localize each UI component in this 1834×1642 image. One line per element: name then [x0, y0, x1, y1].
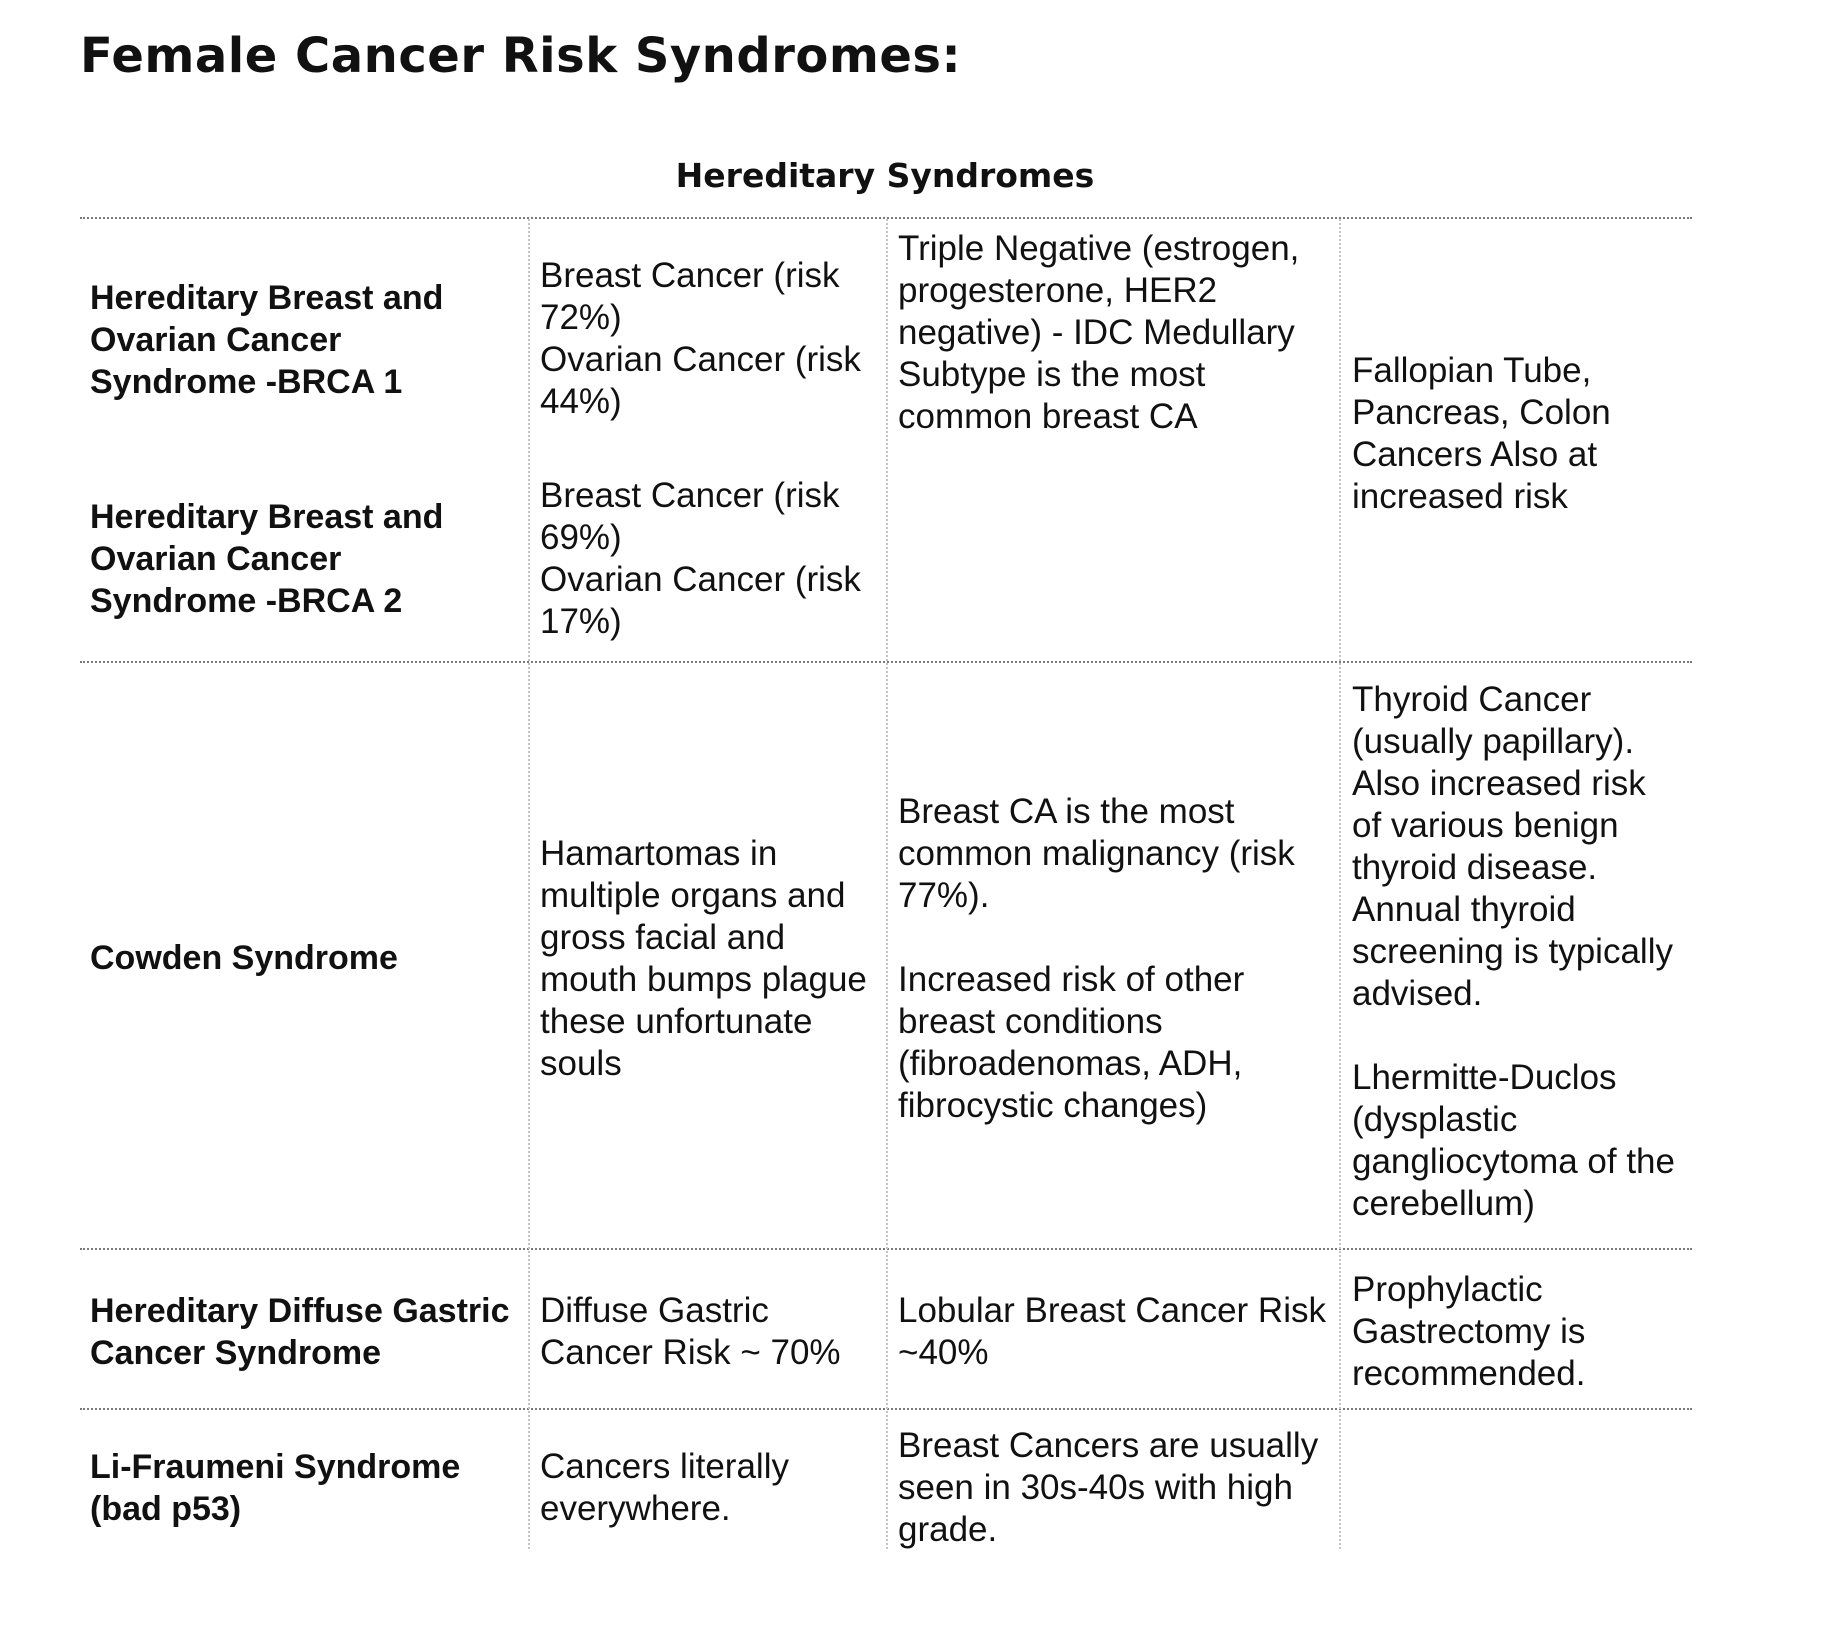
section-title: Hereditary Syndromes	[675, 156, 1095, 195]
features-li-fraumeni-text: Cancers literally everywhere.	[540, 1447, 789, 1528]
page-title: Female Cancer Risk Syndromes:	[80, 28, 962, 84]
breast-notes-brca: Triple Negative (estrogen, progesterone,…	[898, 228, 1326, 446]
syndrome-name-brca1-text: Hereditary Breast and Ovarian Cancer Syn…	[90, 279, 444, 401]
breast-notes-hdgc: Lobular Breast Cancer Risk ~40%	[898, 1284, 1328, 1380]
features-cowden-text: Hamartomas in multiple organs and gross …	[540, 834, 867, 1083]
other-cancers-li-fraumeni	[1352, 1440, 1682, 1536]
breast-notes-cowden-item: Increased risk of other breast condition…	[898, 960, 1245, 1125]
syndrome-name-hdgc: Hereditary Diffuse Gastric Cancer Syndro…	[90, 1262, 510, 1402]
syndrome-name-brca1: Hereditary Breast and Ovarian Cancer Syn…	[90, 270, 510, 410]
features-hdgc-text: Diffuse Gastric Cancer Risk ~ 70%	[540, 1291, 841, 1372]
syndrome-name-cowden: Cowden Syndrome	[90, 910, 510, 1006]
other-cancers-hdgc-text: Prophylactic Gastrectomy is recommended.	[1352, 1270, 1586, 1393]
syndrome-name-li-fraumeni-text: Li-Fraumeni Syndrome (bad p53)	[90, 1448, 461, 1528]
other-cancers-brca-text: Fallopian Tube, Pancreas, Colon Cancers …	[1352, 351, 1611, 516]
breast-notes-brca-text: Triple Negative (estrogen, progesterone,…	[898, 229, 1300, 436]
risk-item: Ovarian Cancer (risk 44%)	[540, 340, 861, 421]
other-cancers-hdgc: Prophylactic Gastrectomy is recommended.	[1352, 1262, 1682, 1402]
features-hdgc: Diffuse Gastric Cancer Risk ~ 70%	[540, 1284, 880, 1380]
other-cancers-cowden-item: Thyroid Cancer (usually papillary). Also…	[1352, 680, 1673, 1013]
breast-notes-li-fraumeni-text: Breast Cancers are usually seen in 30s-4…	[898, 1426, 1319, 1549]
breast-notes-cowden: Breast CA is the most common malignancy …	[898, 786, 1328, 1132]
column-divider-2	[886, 219, 888, 1549]
risk-cell-brca2: Breast Cancer (risk 69%) Ovarian Cancer …	[540, 470, 880, 648]
other-cancers-cowden: Thyroid Cancer (usually papillary). Also…	[1352, 679, 1682, 1241]
syndrome-name-li-fraumeni: Li-Fraumeni Syndrome (bad p53)	[90, 1440, 510, 1536]
breast-notes-li-fraumeni: Breast Cancers are usually seen in 30s-4…	[898, 1420, 1328, 1556]
risk-cell-brca1: Breast Cancer (risk 72%) Ovarian Cancer …	[540, 250, 880, 428]
features-cowden: Hamartomas in multiple organs and gross …	[540, 828, 880, 1090]
syndrome-name-brca2-text: Hereditary Breast and Ovarian Cancer Syn…	[90, 498, 444, 620]
risk-item: Breast Cancer (risk 72%)	[540, 256, 840, 337]
breast-notes-hdgc-text: Lobular Breast Cancer Risk ~40%	[898, 1291, 1326, 1372]
syndrome-name-cowden-text: Cowden Syndrome	[90, 939, 398, 977]
column-divider-1	[528, 219, 530, 1549]
column-divider-3	[1339, 219, 1341, 1549]
breast-notes-cowden-item: Breast CA is the most common malignancy …	[898, 792, 1295, 915]
syndrome-name-brca2: Hereditary Breast and Ovarian Cancer Syn…	[90, 489, 510, 629]
risk-item: Ovarian Cancer (risk 17%)	[540, 560, 861, 641]
other-cancers-cowden-item: Lhermitte-Duclos (dysplastic gangliocyto…	[1352, 1058, 1675, 1223]
risk-item: Breast Cancer (risk 69%)	[540, 476, 840, 557]
syndrome-name-hdgc-text: Hereditary Diffuse Gastric Cancer Syndro…	[90, 1292, 510, 1372]
features-li-fraumeni: Cancers literally everywhere.	[540, 1440, 880, 1536]
other-cancers-brca: Fallopian Tube, Pancreas, Colon Cancers …	[1352, 350, 1682, 528]
